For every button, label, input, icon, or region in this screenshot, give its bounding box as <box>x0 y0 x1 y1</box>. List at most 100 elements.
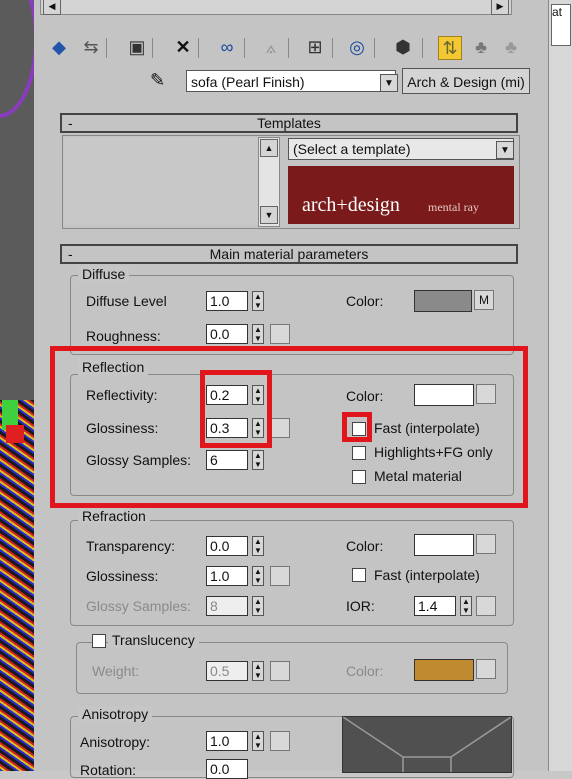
pick-from-object-icon[interactable]: ♣ <box>500 36 522 58</box>
main-params-rollout-header[interactable]: - Main material parameters <box>60 244 518 264</box>
material-dropdown-icon[interactable]: ▼ <box>380 74 398 92</box>
scroll-up-icon[interactable]: ▲ <box>260 139 278 157</box>
right-panel-label: at <box>551 4 571 46</box>
refraction-samples-label: Glossy Samples: <box>86 598 192 614</box>
viewport-strip <box>0 0 34 771</box>
material-type-button[interactable]: Arch & Design (mi) <box>402 68 530 94</box>
make-unique-icon[interactable]: ∞ <box>216 36 238 58</box>
toolbar-divider <box>332 38 333 58</box>
refraction-glossiness-spinner[interactable]: ▲ ▼ <box>252 566 264 586</box>
refraction-samples-spinner[interactable]: ▲ ▼ <box>252 596 264 616</box>
translucency-weight-input[interactable]: 0.5 <box>206 661 248 681</box>
refraction-samples-input[interactable]: 8 <box>206 596 248 616</box>
diffuse-title: Diffuse <box>78 266 130 282</box>
template-description <box>64 137 258 225</box>
anisotropy-title: Anisotropy <box>78 706 153 722</box>
translucency-weight-map-button[interactable] <box>270 661 290 681</box>
refraction-fast-label: Fast (interpolate) <box>374 567 480 583</box>
diffuse-map-button[interactable]: M <box>474 290 494 310</box>
banner-sub: mental ray <box>428 200 479 214</box>
translucency-color-label: Color: <box>346 663 384 679</box>
main-params-title: Main material parameters <box>209 246 369 262</box>
template-select[interactable]: (Select a template) <box>288 138 514 160</box>
toolbar-divider <box>374 38 375 58</box>
toolbar-divider <box>106 38 107 58</box>
get-material-icon[interactable]: ◆ <box>48 36 70 58</box>
collapse-icon: - <box>68 246 73 262</box>
arch-design-banner: arch+design mental ray <box>288 166 514 224</box>
translucency-weight-spinner[interactable]: ▲ ▼ <box>252 661 264 681</box>
anisotropy-input[interactable]: 1.0 <box>206 731 248 751</box>
material-name-field[interactable]: sofa (Pearl Finish) <box>186 70 396 92</box>
templates-title: Templates <box>257 115 321 131</box>
diffuse-level-spinner[interactable]: ▲ ▼ <box>252 291 264 311</box>
scroll-right-icon[interactable]: ▶ <box>491 0 509 15</box>
ior-map-button[interactable] <box>476 596 496 616</box>
diffuse-level-label: Diffuse Level <box>86 293 167 309</box>
toolbar-divider <box>288 38 289 58</box>
roughness-spinner[interactable]: ▲ ▼ <box>252 324 264 344</box>
ior-label: IOR: <box>346 598 375 614</box>
template-scrollbar[interactable]: ▲ ▼ <box>258 137 280 227</box>
refraction-color-swatch[interactable] <box>414 534 474 556</box>
put-to-library-icon[interactable]: ⟑ <box>260 36 282 58</box>
viewport-object-red <box>6 425 24 443</box>
sample-slot-scrollbar[interactable]: ◀ ▶ <box>40 0 512 15</box>
translucency-color-swatch[interactable] <box>414 659 474 681</box>
template-dropdown-icon[interactable]: ▼ <box>496 141 514 159</box>
reflection-highlight-box <box>50 346 528 508</box>
viewport-arc <box>0 0 34 118</box>
fast-interpolate-highlight-box <box>342 412 372 442</box>
refraction-color-label: Color: <box>346 538 384 554</box>
collapse-icon: - <box>68 115 73 131</box>
anisotropy-preview-graphic <box>343 717 511 772</box>
refraction-title: Refraction <box>78 508 150 524</box>
banner-brand: arch+design <box>302 194 400 216</box>
show-end-result-icon[interactable]: ⬢ <box>392 36 414 58</box>
refraction-glossiness-input[interactable]: 1.0 <box>206 566 248 586</box>
scroll-down-icon[interactable]: ▼ <box>260 206 278 224</box>
ior-input[interactable]: 1.4 <box>414 596 456 616</box>
scroll-left-icon[interactable]: ◀ <box>43 0 61 15</box>
toolbar-divider <box>198 38 199 58</box>
translucency-title: Translucency <box>108 632 199 648</box>
roughness-map-button[interactable] <box>270 324 290 344</box>
anisotropy-preview <box>342 716 512 773</box>
translucency-weight-label: Weight: <box>92 663 140 679</box>
roughness-label: Roughness: <box>86 328 161 344</box>
translucency-color-map-button[interactable] <box>476 659 496 679</box>
eyedropper-icon[interactable]: ✎ <box>150 70 165 91</box>
roughness-input[interactable]: 0.0 <box>206 324 248 344</box>
transparency-spinner[interactable]: ▲ ▼ <box>252 536 264 556</box>
refraction-color-map-button[interactable] <box>476 534 496 554</box>
toolbar-divider <box>422 38 423 58</box>
toolbar-divider <box>244 38 245 58</box>
right-panel-strip: at <box>548 0 572 771</box>
toolbar-divider <box>152 38 153 58</box>
anisotropy-map-button[interactable] <box>270 731 290 751</box>
go-forward-sibling-icon[interactable]: ♣ <box>470 36 492 58</box>
ior-spinner[interactable]: ▲ ▼ <box>460 596 472 616</box>
assign-material-icon[interactable]: ▣ <box>126 36 148 58</box>
diffuse-color-swatch[interactable] <box>414 290 472 312</box>
diffuse-level-input[interactable]: 1.0 <box>206 291 248 311</box>
refraction-fast-checkbox[interactable] <box>352 568 366 582</box>
reflection-values-highlight-box <box>200 370 272 448</box>
rotation-input[interactable]: 0.0 <box>206 759 248 779</box>
translucency-checkbox[interactable] <box>92 634 106 648</box>
material-id-icon[interactable]: ⊞ <box>304 36 326 58</box>
transparency-input[interactable]: 0.0 <box>206 536 248 556</box>
refraction-glossiness-map-button[interactable] <box>270 566 290 586</box>
transparency-label: Transparency: <box>86 538 175 554</box>
anisotropy-spinner[interactable]: ▲ ▼ <box>252 731 264 751</box>
delete-icon[interactable]: ✕ <box>172 36 194 58</box>
show-map-icon[interactable]: ◎ <box>346 36 368 58</box>
viewport-wireframe <box>0 400 34 771</box>
rotation-label: Rotation: <box>80 762 137 778</box>
anisotropy-label: Anisotropy: <box>80 734 151 750</box>
diffuse-color-label: Color: <box>346 293 384 309</box>
go-to-parent-icon[interactable]: ⇅ <box>438 36 462 60</box>
templates-rollout-header[interactable]: - Templates <box>60 113 518 133</box>
put-to-scene-icon[interactable]: ⇆ <box>80 36 102 58</box>
refraction-glossiness-label: Glossiness: <box>86 568 159 584</box>
